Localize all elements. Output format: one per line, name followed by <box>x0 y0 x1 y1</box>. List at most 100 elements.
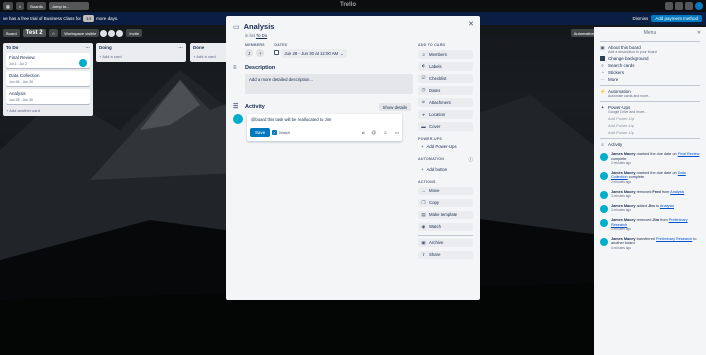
menu-more[interactable]: ··· More <box>600 77 700 82</box>
star-icon[interactable]: ☆ <box>48 29 59 37</box>
activity-time[interactable]: 3 minutes ago <box>611 194 684 199</box>
notifications-icon[interactable] <box>685 2 693 10</box>
activity-time[interactable]: 2 minutes ago <box>611 161 700 166</box>
copy-button[interactable]: ❐ Copy <box>418 198 473 207</box>
member-avatar[interactable] <box>108 29 116 37</box>
emoji-icon[interactable]: ☺ <box>383 130 388 136</box>
list-to-do: To Do ··· Final Review Jul 1 - Jul 2 Data… <box>3 43 93 116</box>
activity-time[interactable]: 4 minutes ago <box>611 227 700 232</box>
apps-grid-icon[interactable]: ▦ <box>3 2 13 10</box>
checklist-button[interactable]: ☑ Checklist <box>418 74 473 83</box>
card-final-review[interactable]: Final Review Jul 1 - Jul 2 <box>6 53 90 68</box>
info-icon[interactable] <box>675 2 683 10</box>
description-input[interactable]: Add a more detailed description... <box>245 74 413 94</box>
activity-card-link[interactable]: Analysis <box>660 204 674 208</box>
add-card-button[interactable]: + Add a card <box>99 53 183 60</box>
user-avatar[interactable] <box>695 2 703 10</box>
add-power-up-slot[interactable]: Add Power-Up <box>608 130 700 135</box>
add-card-button[interactable]: + Add a card <box>193 53 227 60</box>
jump-to-search[interactable]: Jump to... <box>48 2 89 10</box>
menu-item-label: Search cards <box>608 63 635 68</box>
dismiss-button[interactable]: Dismiss <box>632 16 648 21</box>
labels-button[interactable]: ⬖ Labels <box>418 62 473 71</box>
menu-item-sub: Automate cards and more... <box>608 94 652 98</box>
add-card-button[interactable]: + Add another card <box>6 107 90 114</box>
info-icon[interactable]: ⓘ <box>469 157 474 163</box>
make-template-button[interactable]: ▤ Make template <box>418 210 473 219</box>
dates-button[interactable]: Jun 28 - Jun 30 at 12:00 AM ⌄ <box>281 49 347 58</box>
list-menu-icon[interactable]: ··· <box>179 45 184 50</box>
menu-item-label: Change background <box>608 56 649 61</box>
menu-search-cards[interactable]: ⌕ Search cards <box>600 63 700 68</box>
invite-button[interactable]: Invite <box>126 29 142 37</box>
list-menu-icon[interactable]: ··· <box>86 45 91 50</box>
member-avatar[interactable] <box>100 29 108 37</box>
card-analysis[interactable]: Analysis Jun 28 - Jun 30 <box>6 89 90 104</box>
trial-days-badge: 14 <box>83 15 95 22</box>
menu-change-background[interactable]: ■ Change background <box>600 56 700 61</box>
card-main-column: MEMBERS J + DATES Jun 28 - Jun 30 at 12:… <box>233 43 413 141</box>
label-icon: ⬖ <box>421 63 426 69</box>
list-title[interactable]: Doing <box>99 45 112 50</box>
activity-time[interactable]: 4 minutes ago <box>611 246 700 251</box>
description-header: ≡ Description <box>233 65 413 71</box>
board-view-switcher[interactable]: Board <box>3 29 20 37</box>
workspace-visibility-button[interactable]: Workspace visible <box>61 29 100 37</box>
location-button[interactable]: ⌖ Location <box>418 110 473 119</box>
save-comment-button[interactable]: Save <box>250 128 271 137</box>
activity-card-link[interactable]: Preliminary Research <box>656 237 692 241</box>
list-title[interactable]: To Do <box>6 45 18 50</box>
close-icon[interactable]: ✕ <box>468 20 474 28</box>
trello-logo[interactable]: Trello <box>340 2 356 8</box>
activity-card-link[interactable]: Final Review <box>678 152 700 156</box>
add-power-ups-button[interactable]: + Add Power-Ups <box>418 143 473 152</box>
card-data-collection[interactable]: Data Collection Jun 26 - Jun 30 <box>6 71 90 86</box>
watch-checkbox[interactable]: ✓ Watch <box>272 130 290 135</box>
boards-button[interactable]: Boards <box>27 2 46 10</box>
share-icon: ⇪ <box>421 251 426 257</box>
activity-entry: James Macey removed Fred from Analysis 3 … <box>600 190 700 199</box>
members-button[interactable]: ☺ Members <box>418 50 473 59</box>
dates-sidebar-button[interactable]: ◷ Dates <box>418 86 473 95</box>
menu-activity-title: Activity <box>608 142 623 147</box>
board-title[interactable]: Test 2 <box>22 29 46 37</box>
banner-text: ve has a free trial of Business Class fo… <box>3 16 82 21</box>
sticker-icon: ◔ <box>601 70 604 75</box>
mention-icon[interactable]: @ <box>372 130 377 136</box>
show-details-button[interactable]: Show details <box>378 103 411 111</box>
share-button[interactable]: ⇪ Share <box>418 250 473 259</box>
add-power-up-slot[interactable]: Add Power-Up <box>608 123 700 128</box>
button-label: Dates <box>429 87 441 93</box>
due-complete-checkbox[interactable] <box>274 50 280 55</box>
add-button-button[interactable]: + Add button <box>418 165 473 174</box>
attachment-button[interactable]: ⌀ Attachment <box>418 98 473 107</box>
add-payment-button[interactable]: Add payment method <box>651 14 702 22</box>
watch-button[interactable]: ◉ Watch <box>418 222 473 231</box>
archive-button[interactable]: ▣ Archive <box>418 238 473 247</box>
list-title[interactable]: Done <box>193 45 204 50</box>
activity-time[interactable]: 3 minutes ago <box>611 208 674 213</box>
member-avatar[interactable]: J <box>245 49 253 57</box>
home-icon[interactable]: ⌂ <box>15 2 25 10</box>
menu-stickers[interactable]: ◔ Stickers <box>600 70 700 75</box>
activity-time[interactable]: 2 minutes ago <box>611 180 700 185</box>
menu-power-ups[interactable]: ✦ Power-Ups Google Drive and more... <box>600 105 700 114</box>
activity-entry: James Macey transferred Preliminary Rese… <box>600 237 700 251</box>
card-title[interactable]: Analysis <box>244 22 275 31</box>
close-icon[interactable]: ✕ <box>697 30 701 36</box>
member-avatar[interactable] <box>116 29 124 37</box>
move-button[interactable]: → Move <box>418 186 473 195</box>
create-icon[interactable] <box>665 2 673 10</box>
activity-user: James Macey <box>611 152 636 156</box>
comment-editor[interactable]: @board this task will be reallocated to … <box>247 114 402 141</box>
cover-button[interactable]: ▬ Cover <box>418 122 473 131</box>
list-link[interactable]: To Do <box>256 33 267 38</box>
card-link-icon[interactable]: ▭ <box>395 130 399 136</box>
menu-automation[interactable]: ⚡ Automation Automate cards and more... <box>600 89 700 98</box>
activity-card-link[interactable]: Analysis <box>670 190 684 194</box>
menu-about-board[interactable]: ▣ About this board Add a description to y… <box>600 45 700 54</box>
attachment-icon[interactable]: ⌀ <box>362 130 365 136</box>
comment-input[interactable]: @board this task will be reallocated to … <box>251 117 398 122</box>
add-member-icon[interactable]: + <box>256 49 265 57</box>
add-power-up-slot[interactable]: Add Power-Up <box>608 116 700 121</box>
